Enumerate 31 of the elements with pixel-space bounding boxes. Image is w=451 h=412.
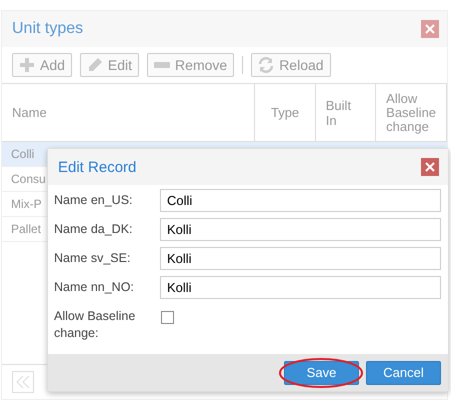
reload-icon [258, 57, 274, 73]
input-field[interactable]: Kolli [160, 276, 441, 299]
minus-icon [154, 62, 170, 68]
field-label: Name sv_SE: [54, 250, 132, 267]
column-header[interactable]: Allow Baseline change [376, 84, 448, 141]
edit-button[interactable]: Edit [80, 53, 140, 77]
remove-button[interactable]: Remove [147, 53, 234, 77]
column-header[interactable]: Name [2, 84, 256, 141]
input-field[interactable]: Colli [160, 189, 441, 212]
close-icon [425, 162, 435, 172]
add-button[interactable]: Add [12, 53, 72, 77]
field-label: Name da_DK: [54, 221, 134, 238]
field-label: Name en_US: [54, 192, 134, 209]
close-button[interactable] [421, 158, 439, 176]
field-label: Allow Baseline change: [54, 308, 136, 342]
window-title: Unit types [12, 20, 84, 38]
close-icon [425, 24, 435, 34]
plus-icon [19, 57, 35, 73]
field-label: Name nn_NO: [54, 279, 135, 296]
cancel-button[interactable]: Cancel [366, 360, 441, 384]
checkbox[interactable] [161, 311, 174, 324]
double-chevron-left-icon [16, 375, 30, 389]
column-header[interactable]: Type [255, 84, 316, 141]
dialog-title: Edit Record [58, 158, 136, 176]
input-field[interactable]: Kolli [160, 218, 441, 241]
pencil-icon [86, 57, 103, 73]
close-button[interactable] [421, 20, 439, 38]
input-field[interactable]: Kolli [160, 247, 441, 270]
save-button[interactable]: Save [284, 360, 359, 384]
column-header[interactable]: Built In [316, 84, 376, 141]
reload-button[interactable]: Reload [251, 53, 331, 77]
